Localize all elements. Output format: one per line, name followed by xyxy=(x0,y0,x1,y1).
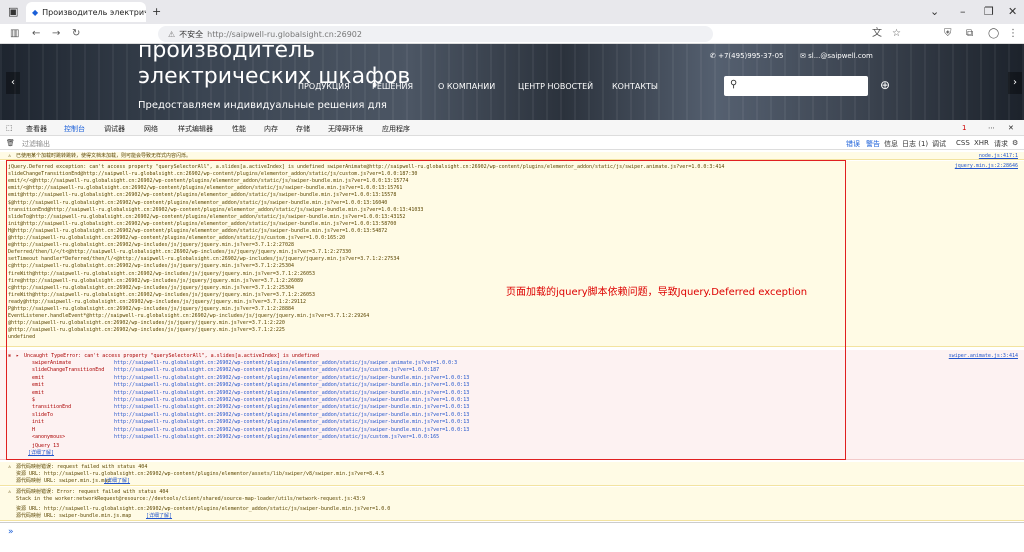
uncaught-source-link[interactable]: swiper.animate.js:3:414 xyxy=(949,353,1018,359)
tab-network[interactable]: 网络 xyxy=(144,124,158,134)
phone-row[interactable]: ✆ +7(495)995-37-05 xyxy=(710,52,783,60)
filter-errors[interactable]: 错误 xyxy=(846,139,860,149)
url-security-label: 不安全 xyxy=(179,29,204,39)
extensions-icon[interactable]: ⧉ xyxy=(966,26,973,42)
warning-icon: ⚠ xyxy=(168,29,176,39)
email-icon: ✉ xyxy=(800,52,806,60)
shield-icon[interactable]: ⛨ xyxy=(944,26,952,42)
console-settings-icon[interactable]: ⚙ xyxy=(1012,139,1018,147)
search-icon: ⚲ xyxy=(730,79,738,90)
tab-title: Производитель электричес... xyxy=(42,7,146,17)
console-input-bar[interactable]: » xyxy=(0,522,1024,552)
annotation-text: 页面加载的jquery脚本依赖问题，导致Jquery.Deferred exce… xyxy=(506,287,808,298)
close-devtools-icon[interactable]: ✕ xyxy=(1008,124,1014,132)
inspect-icon[interactable]: ⬚ xyxy=(6,124,13,132)
filter-css[interactable]: CSS xyxy=(956,139,970,147)
slider-next-button[interactable]: › xyxy=(1008,72,1022,94)
slider-prev-button[interactable]: ‹ xyxy=(6,72,20,94)
tab-memory[interactable]: 内存 xyxy=(264,124,278,134)
tab-inspector[interactable]: 查看器 xyxy=(26,124,47,134)
back-icon[interactable]: ← xyxy=(32,26,40,42)
warning-source-link[interactable]: node.js:417:1 xyxy=(979,153,1018,159)
filter-info[interactable]: 信息 xyxy=(884,139,898,149)
sourcemap-warning-2-map: 源代码映射 URL: swiper-bundle.min.js.map xyxy=(16,513,132,519)
sourcemap-warning-1-map: 源代码映射 URL: swiper.min.js.map xyxy=(16,478,111,484)
email-address: sl...@saipwell.com xyxy=(808,52,873,60)
annotation-highlight-box xyxy=(6,160,846,460)
sourcemap-warning-1-title: 源代码映射错误: request failed with status 404 xyxy=(16,464,148,470)
browser-titlebar: ▣ ◆ Производитель электричес... ✕ + ⌄ – … xyxy=(0,0,1024,24)
console-filter-bar: 🗑 过滤输出 错误 警告 信息 日志 (1) 调试 CSS XHR 请求 ⚙ xyxy=(0,136,1024,150)
filter-input[interactable]: 过滤输出 xyxy=(22,139,50,149)
sourcemap-warning-1-resource: 资源 URL: http://saipwell-ru.globalsight.c… xyxy=(16,471,385,477)
console-prompt-icon: » xyxy=(8,527,14,537)
devtools-toolbar: ⬚ 查看器 控制台 调试器 网络 样式编辑器 性能 内存 存储 无障碍环境 应用… xyxy=(0,120,1024,136)
menu-item-solutions[interactable]: РЕШЕНИЯ xyxy=(372,82,413,91)
warning-text: 已使用某个加载时跳转跳转，使得文档未加载，则可能会导致无样式内容闪烁。 xyxy=(16,153,192,159)
hero-heading-line1: производитель xyxy=(138,44,316,63)
learn-more-link[interactable]: [详细了解] xyxy=(146,513,172,519)
phone-icon: ✆ xyxy=(710,52,716,60)
tab-style-editor[interactable]: 样式编辑器 xyxy=(178,124,213,134)
translate-icon[interactable]: 文 xyxy=(872,26,882,42)
browser-tab[interactable]: ◆ Производитель электричес... ✕ xyxy=(26,2,146,22)
close-window-icon[interactable]: ✕ xyxy=(1008,4,1017,20)
deferred-source-link[interactable]: jquery.min.js:2:28646 xyxy=(955,163,1018,169)
site-search-input[interactable]: ⚲ xyxy=(724,76,868,96)
sidebar-toggle-icon[interactable]: ▣ xyxy=(8,4,18,20)
warning-icon: ⚠ xyxy=(8,153,12,159)
console-warning-top: ⚠ 已使用某个加载时跳转跳转，使得文档未加载，则可能会导致无样式内容闪烁。 no… xyxy=(0,152,1024,160)
filter-logs[interactable]: 日志 (1) xyxy=(902,139,928,149)
bookmark-star-icon[interactable]: ☆ xyxy=(892,26,901,42)
tab-performance[interactable]: 性能 xyxy=(232,124,246,134)
address-bar[interactable]: ⚠ 不安全 http://saipwell-ru.globalsight.cn:… xyxy=(158,26,713,42)
account-icon[interactable]: ◯ xyxy=(988,26,999,42)
globe-icon[interactable]: ⊕ xyxy=(880,78,890,92)
menu-item-news[interactable]: ЦЕНТР НОВОСТЕЙ xyxy=(518,82,593,91)
favicon-icon: ◆ xyxy=(32,7,39,17)
sourcemap-warning-2-title: 源代码映射错误: Error: request failed with stat… xyxy=(16,489,169,495)
sidebar-icon[interactable]: ▥ xyxy=(10,26,19,42)
browser-navbar: ▥ ← → ↻ ⚠ 不安全 http://saipwell-ru.globals… xyxy=(0,24,1024,44)
tab-accessibility[interactable]: 无障碍环境 xyxy=(328,124,363,134)
hero-heading-line2: электрических шкафов xyxy=(138,64,411,89)
warning-icon: ⚠ xyxy=(8,489,12,495)
sourcemap-warning-2-stack: Stack in the worker:networkRequest@resou… xyxy=(16,496,366,502)
warning-icon: ⚠ xyxy=(8,464,12,470)
reload-icon[interactable]: ↻ xyxy=(72,26,80,42)
filter-xhr[interactable]: XHR xyxy=(974,139,989,147)
menu-item-about[interactable]: О КОМПАНИИ xyxy=(438,82,495,91)
tab-debugger[interactable]: 调试器 xyxy=(104,124,125,134)
clear-console-icon[interactable]: 🗑 xyxy=(6,139,15,147)
filter-debug[interactable]: 调试 xyxy=(932,139,946,149)
new-tab-icon[interactable]: + xyxy=(152,4,161,20)
tab-application[interactable]: 应用程序 xyxy=(382,124,410,134)
menu-item-products[interactable]: ПРОДУКЦИЯ xyxy=(298,82,350,91)
tab-list-icon[interactable]: ⌄ xyxy=(930,4,939,20)
url-text: http://saipwell-ru.globalsight.cn:26902 xyxy=(207,29,362,39)
filter-requests[interactable]: 请求 xyxy=(994,139,1008,149)
tab-console[interactable]: 控制台 xyxy=(64,124,85,134)
sourcemap-warning-1: ⚠ 源代码映射错误: request failed with status 40… xyxy=(0,462,1024,486)
phone-number: +7(495)995-37-05 xyxy=(718,52,784,60)
menu-icon[interactable]: ⋮ xyxy=(1008,26,1018,42)
menu-item-contacts[interactable]: КОНТАКТЫ xyxy=(612,82,658,91)
hero-tagline: Предоставляем индивидуальные решения для xyxy=(138,100,387,111)
website-hero: ‹ › производитель электрических шкафов П… xyxy=(0,44,1024,120)
maximize-icon[interactable]: ❐ xyxy=(984,4,994,20)
tab-storage[interactable]: 存储 xyxy=(296,124,310,134)
sourcemap-warning-2-resource: 资源 URL: http://saipwell-ru.globalsight.c… xyxy=(16,506,391,512)
learn-more-link[interactable]: [详细了解] xyxy=(104,478,130,484)
minimize-icon[interactable]: – xyxy=(960,4,966,20)
email-row[interactable]: ✉ sl...@saipwell.com xyxy=(800,52,873,60)
sourcemap-warning-2: ⚠ 源代码映射错误: Error: request failed with st… xyxy=(0,487,1024,521)
dock-options-icon[interactable]: ⋯ xyxy=(988,124,995,132)
error-count-badge[interactable]: 1 xyxy=(962,124,966,132)
forward-icon[interactable]: → xyxy=(52,26,60,42)
filter-warnings[interactable]: 警告 xyxy=(866,139,880,149)
